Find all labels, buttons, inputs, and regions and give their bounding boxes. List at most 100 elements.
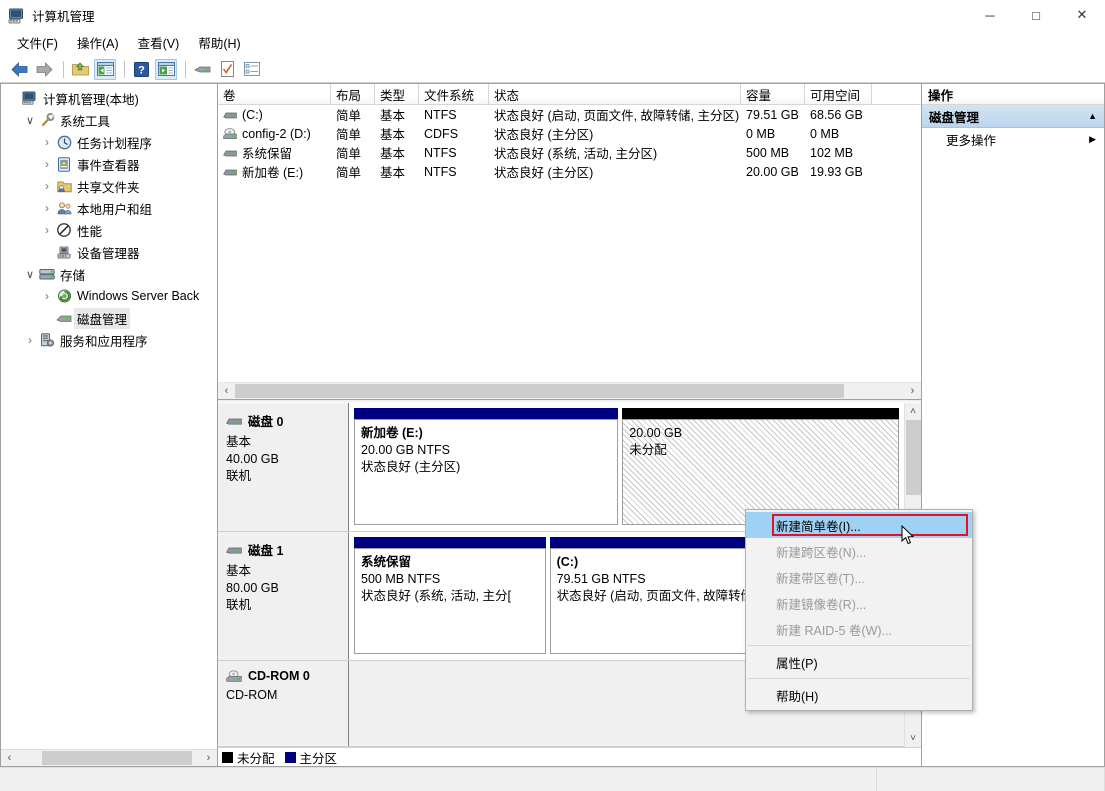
- volume-cell-volume: config-2 (D:): [218, 127, 331, 141]
- tree-scroll-thumb[interactable]: [42, 751, 192, 765]
- up-folder-icon[interactable]: [69, 59, 91, 80]
- forward-icon[interactable]: [33, 59, 55, 80]
- tree-item-5[interactable]: › 本地用户和组: [1, 197, 217, 219]
- ctx-properties[interactable]: 属性(P): [746, 649, 972, 675]
- context-menu-label: 新建带区卷(T)...: [776, 571, 865, 586]
- close-button[interactable]: ✕: [1059, 0, 1105, 30]
- partition-body[interactable]: 系统保留 500 MB NTFS 状态良好 (系统, 活动, 主分[: [354, 548, 546, 654]
- tree-item-11[interactable]: › 服务和应用程序: [1, 329, 217, 351]
- show-hide-console-tree-icon[interactable]: [94, 58, 116, 80]
- tree-item-6[interactable]: › 性能: [1, 219, 217, 241]
- volume-cell-volume: 新加卷 (E:): [218, 162, 331, 181]
- chevron-right-icon[interactable]: ›: [39, 288, 55, 304]
- tree-horizontal-scrollbar[interactable]: ‹ ›: [1, 749, 217, 766]
- chevron-up-icon[interactable]: ▲: [1088, 111, 1097, 121]
- ctx-new-simple-volume[interactable]: 新建简单卷(I)...: [746, 512, 972, 538]
- minimize-button[interactable]: ─: [967, 0, 1013, 30]
- table-row[interactable]: 新加卷 (E:) 简单 基本 NTFS 状态良好 (主分区) 20.00 GB 19.93 …: [218, 162, 921, 181]
- partition-color-bar: [354, 408, 619, 419]
- table-row[interactable]: (C:) 简单 基本 NTFS 状态良好 (启动, 页面文件, 故障转储, 主分区) 79…: [218, 105, 921, 124]
- rescan-disks-icon[interactable]: [191, 59, 213, 80]
- properties-icon[interactable]: [216, 59, 238, 80]
- volume-cell-status: 状态良好 (主分区): [494, 166, 594, 180]
- tree-item-2[interactable]: › 任务计划程序: [1, 131, 217, 153]
- chevron-right-icon[interactable]: ›: [39, 200, 55, 216]
- tree-item-1[interactable]: ∨ 系统工具: [1, 109, 217, 131]
- menu-help[interactable]: 帮助(H): [190, 30, 248, 55]
- volume-cell-filesystem: NTFS: [424, 145, 457, 160]
- back-icon[interactable]: [8, 59, 30, 80]
- toolbar-separator-3: [185, 60, 186, 78]
- volume-cell-capacity: 500 MB: [746, 145, 790, 160]
- volume-column-header-2[interactable]: 类型: [375, 84, 419, 104]
- show-hide-action-pane-icon[interactable]: [155, 58, 177, 80]
- volume-scroll-left-icon[interactable]: ‹: [218, 383, 235, 399]
- menu-view[interactable]: 查看(V): [130, 30, 188, 55]
- volume-cell-layout: 简单: [336, 147, 362, 161]
- chevron-down-icon[interactable]: ∨: [22, 112, 38, 128]
- tree-item-8[interactable]: ∨ 存储: [1, 263, 217, 285]
- volume-scroll-right-icon[interactable]: ›: [904, 383, 921, 399]
- status-cell-main: [0, 768, 877, 791]
- backup-icon: [55, 288, 73, 304]
- volume-scroll-thumb[interactable]: [235, 384, 844, 398]
- scroll-up-icon[interactable]: ˄: [905, 403, 922, 420]
- disk-info-panel[interactable]: 磁盘 0 基本 40.00 GB 联机: [218, 403, 349, 531]
- action-more-actions[interactable]: 更多操作 ▶: [922, 128, 1104, 151]
- partition-body[interactable]: 新加卷 (E:) 20.00 GB NTFS 状态良好 (主分区): [354, 419, 619, 525]
- chevron-right-icon[interactable]: ›: [39, 222, 55, 238]
- tree-scroll-track[interactable]: [18, 750, 200, 766]
- volume-cell-capacity: 79.51 GB: [746, 107, 799, 122]
- services-icon: [38, 332, 56, 348]
- volume-cell-free: 68.56 GB: [810, 107, 863, 122]
- volume-column-header-3[interactable]: 文件系统: [419, 84, 489, 104]
- performance-icon: [55, 222, 73, 238]
- volume-scroll-track[interactable]: [235, 383, 904, 399]
- chevron-right-icon[interactable]: ›: [22, 332, 38, 348]
- partition-primary-0-0[interactable]: 新加卷 (E:) 20.00 GB NTFS 状态良好 (主分区): [354, 408, 619, 525]
- tree-item-label: 设备管理器: [77, 246, 140, 261]
- disk-scroll-thumb[interactable]: [905, 420, 921, 495]
- computer-icon: [21, 90, 39, 106]
- help-icon[interactable]: ?: [130, 59, 152, 80]
- actions-group-disk-management[interactable]: 磁盘管理 ▲: [922, 105, 1104, 128]
- volume-column-header-1[interactable]: 布局: [331, 84, 375, 104]
- scroll-left-icon[interactable]: ‹: [1, 750, 18, 766]
- volume-cell-free: 19.93 GB: [810, 164, 863, 179]
- cdrom-info-panel[interactable]: CD-ROM 0 CD-ROM: [218, 661, 349, 746]
- partition-unallocated-0-1[interactable]: 20.00 GB 未分配: [622, 408, 899, 525]
- volume-name: 系统保留: [242, 147, 293, 161]
- chevron-right-icon[interactable]: ▶: [1089, 134, 1096, 145]
- scroll-down-icon[interactable]: ˅: [905, 730, 922, 747]
- ctx-help[interactable]: 帮助(H): [746, 682, 972, 708]
- table-row[interactable]: config-2 (D:) 简单 基本 CDFS 状态良好 (主分区) 0 MB 0 MB: [218, 124, 921, 143]
- tree-item-0[interactable]: 计算机管理(本地): [1, 87, 217, 109]
- volume-cell-status: 状态良好 (主分区): [494, 128, 594, 142]
- scroll-right-icon[interactable]: ›: [200, 750, 217, 766]
- chevron-down-icon[interactable]: ∨: [22, 266, 38, 282]
- toolbar-separator-2: [124, 60, 125, 78]
- tree-item-3[interactable]: › 事件查看器: [1, 153, 217, 175]
- partition-color-bar: [622, 408, 899, 419]
- table-row[interactable]: 系统保留 简单 基本 NTFS 状态良好 (系统, 活动, 主分区) 500 MB 102 …: [218, 143, 921, 162]
- tree-item-4[interactable]: › 共享文件夹: [1, 175, 217, 197]
- maximize-button[interactable]: □: [1013, 0, 1059, 30]
- volume-column-header-5[interactable]: 容量: [741, 84, 805, 104]
- menu-file[interactable]: 文件(F): [9, 30, 66, 55]
- volume-column-header-0[interactable]: 卷: [218, 84, 331, 104]
- volume-column-header-4[interactable]: 状态: [489, 84, 741, 104]
- chevron-right-icon[interactable]: ›: [39, 134, 55, 150]
- volume-list-horizontal-scrollbar[interactable]: ‹ ›: [218, 382, 921, 399]
- disk-info-panel[interactable]: 磁盘 1 基本 80.00 GB 联机: [218, 532, 349, 660]
- tree-item-10[interactable]: 磁盘管理: [1, 307, 217, 329]
- tree-item-7[interactable]: 设备管理器: [1, 241, 217, 263]
- partition-primary-1-0[interactable]: 系统保留 500 MB NTFS 状态良好 (系统, 活动, 主分[: [354, 537, 546, 654]
- list-view-icon[interactable]: [241, 59, 263, 80]
- menu-action[interactable]: 操作(A): [69, 30, 127, 55]
- chevron-right-icon[interactable]: ›: [39, 178, 55, 194]
- chevron-right-icon[interactable]: ›: [39, 156, 55, 172]
- volume-column-header-6[interactable]: 可用空间: [805, 84, 872, 104]
- storage-icon: [38, 266, 56, 282]
- tree-item-9[interactable]: › Windows Server Back: [1, 285, 217, 307]
